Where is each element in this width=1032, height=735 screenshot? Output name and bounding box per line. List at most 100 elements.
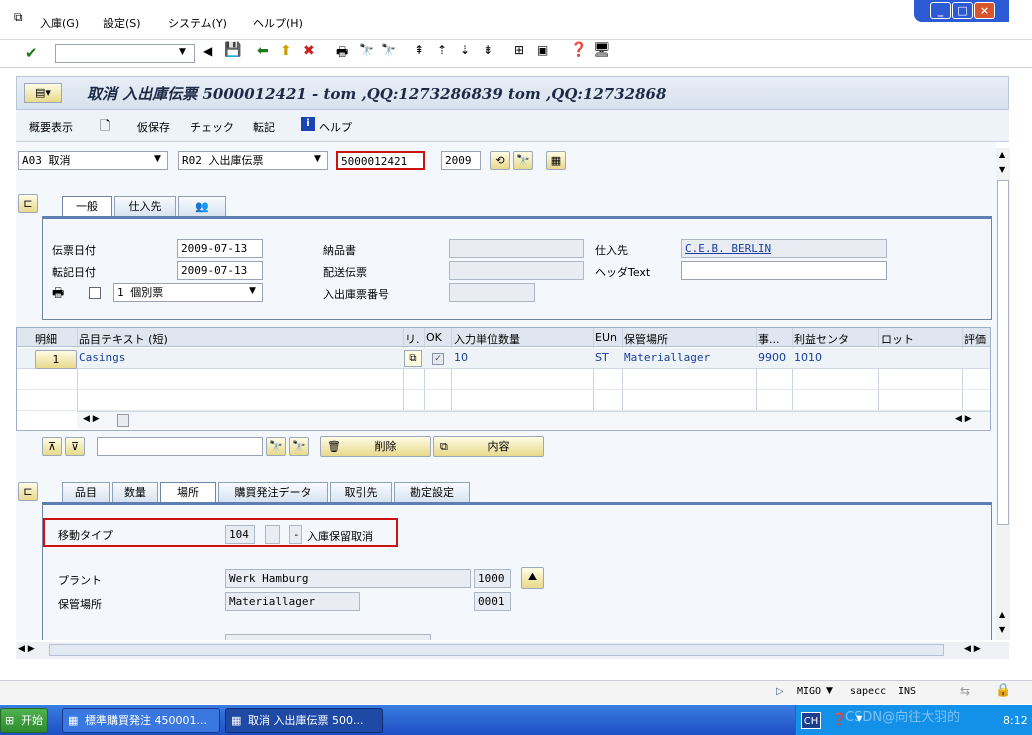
cancel-icon[interactable]: ✖ (303, 43, 315, 59)
col-ok[interactable]: OK (426, 331, 442, 344)
menu-item-help[interactable]: ヘルプ(H) (253, 15, 303, 31)
find-next-icon[interactable]: 🔭 (381, 43, 396, 57)
post-date-field[interactable]: 2009-07-13 (177, 261, 263, 280)
print-icon[interactable]: 🖶 (336, 43, 348, 65)
tab-vendor[interactable]: 仕入先 (114, 196, 176, 216)
table-icon[interactable]: ▦ (546, 151, 566, 170)
print-checkbox[interactable] (89, 287, 101, 299)
scroll-down-icon[interactable]: ▼ (999, 625, 1005, 634)
doc-date-field[interactable]: 2009-07-13 (177, 239, 263, 258)
tab-general[interactable]: 一般 (62, 196, 112, 216)
action-select[interactable]: A03 取消 (18, 151, 168, 170)
new-doc-icon[interactable]: 🗋 (100, 117, 110, 139)
col-unit[interactable]: EUn (595, 331, 617, 344)
status-play-icon[interactable]: ▷ (776, 686, 784, 697)
scroll-down-icon[interactable]: ▼ (999, 165, 1005, 174)
reference-dropdown-icon[interactable]: ▼ (314, 154, 321, 164)
command-field[interactable] (55, 44, 195, 63)
delivery-note-field[interactable] (449, 239, 584, 258)
vertical-scrollbar[interactable]: ▲ ▼ ▲ ▼ (996, 148, 1010, 640)
info-icon[interactable]: i (301, 117, 315, 131)
help-button[interactable]: ヘルプ (319, 119, 352, 135)
reference-select[interactable]: R02 入出庫伝票 (178, 151, 328, 170)
scroll-up-icon[interactable]: ▲ (999, 150, 1005, 159)
col-material-text[interactable]: 品目テキスト (短) (79, 331, 168, 347)
taskbar-item-migo[interactable]: ▦ 取消 入出庫伝票 500... (225, 708, 383, 733)
slip-dropdown-icon[interactable]: ▼ (249, 286, 256, 296)
layout-icon[interactable]: ▣ (537, 43, 548, 57)
col-plant[interactable]: 事... (758, 331, 780, 347)
scroll-right-icon[interactable]: ◀ ▶ (955, 414, 972, 424)
scroll-thumb[interactable] (117, 414, 129, 427)
collapse-detail-icon[interactable]: ⊏ (18, 482, 38, 501)
sloc-cell[interactable]: Materiallager (624, 348, 710, 369)
material-text-cell[interactable]: Casings (79, 348, 125, 369)
settings-icon[interactable]: 🖥 (593, 42, 611, 58)
plant-cell[interactable]: 9900 (758, 348, 786, 369)
create-session-icon[interactable]: ⊞ (514, 43, 524, 57)
table-row[interactable] (17, 348, 990, 369)
col-ref[interactable]: リ. (405, 331, 420, 347)
col-line[interactable]: 明細 (35, 331, 57, 347)
prev-page-icon[interactable]: ⇡ (437, 43, 447, 57)
action-dropdown-icon[interactable]: ▼ (154, 154, 161, 164)
taskbar-item-po[interactable]: ▦ 標準購買発注 450001... (62, 708, 220, 733)
save-icon[interactable]: 💾 (224, 42, 241, 58)
page-h-scrollbar[interactable]: ◀ ▶ ◀ ▶ (16, 642, 1009, 659)
scroll-right-icon[interactable]: ◀ ▶ (964, 644, 981, 654)
hold-button[interactable]: 仮保存 (137, 119, 170, 135)
scroll-thumb[interactable] (49, 644, 944, 656)
start-button[interactable]: ⊞ 开始 (0, 708, 48, 733)
ok-icon[interactable]: ✔ (25, 44, 38, 62)
find-icon[interactable]: 🔭 (359, 43, 374, 57)
next-page-icon[interactable]: ⇣ (460, 43, 470, 57)
post-button[interactable]: 転記 (253, 119, 275, 135)
maximize-button[interactable]: □ (952, 2, 973, 19)
detail-icon[interactable]: ⧉ (404, 350, 422, 367)
menu-item-system[interactable]: システム(Y) (168, 15, 227, 31)
col-qty[interactable]: 入力単位数量 (454, 331, 520, 347)
check-button[interactable]: チェック (190, 119, 234, 135)
exit-icon[interactable]: ⬆ (280, 43, 292, 59)
profit-center-cell[interactable]: 1010 (794, 348, 822, 369)
select-all-icon[interactable]: ⊼ (42, 437, 62, 456)
scroll-left-icon[interactable]: ◀ ▶ (18, 644, 35, 654)
tab-account[interactable]: 勘定設定 (394, 482, 470, 502)
nav-prev-icon[interactable]: ◀ (203, 44, 212, 58)
tab-contact-icon[interactable]: 👥 (178, 196, 226, 216)
col-valuation[interactable]: 評価 (964, 331, 986, 347)
qty-cell[interactable]: 10 (454, 348, 468, 369)
menu-icon[interactable]: ⧉ (14, 10, 23, 25)
scroll-left-icon[interactable]: ◀ ▶ (83, 414, 100, 424)
delete-button[interactable]: 🗑 削除 (320, 436, 431, 457)
line-number-button[interactable]: 1 (35, 350, 77, 369)
status-dropdown-icon[interactable]: ▼ (826, 686, 833, 696)
tab-material[interactable]: 品目 (62, 482, 110, 502)
find-next-icon[interactable]: 🔭 (289, 437, 309, 456)
command-dropdown-icon[interactable]: ▼ (179, 47, 186, 57)
document-number-field[interactable]: 5000012421 (336, 151, 425, 170)
tab-location[interactable]: 場所 (160, 482, 216, 502)
title-menu-icon[interactable]: ▤▾ (24, 83, 62, 103)
tab-po-data[interactable]: 購買発注データ (218, 482, 328, 502)
col-profit-center[interactable]: 利益センタ (794, 331, 849, 347)
menu-item-settings[interactable]: 設定(S) (103, 15, 141, 31)
minimize-button[interactable]: _ (930, 2, 951, 19)
col-batch[interactable]: ロット (881, 331, 914, 347)
header-text-field[interactable] (681, 261, 887, 280)
ok-checkbox[interactable]: ✓ (432, 353, 444, 365)
bill-of-lading-field[interactable] (449, 261, 584, 280)
grid-search-input[interactable] (97, 437, 263, 456)
unit-cell[interactable]: ST (595, 348, 609, 369)
close-button[interactable]: × (974, 2, 995, 19)
menu-item-goods-receipt[interactable]: 入庫(G) (40, 15, 79, 31)
slip-select[interactable]: 1 個別票 (113, 283, 263, 302)
language-indicator[interactable]: CH (801, 712, 821, 729)
gr-slip-field[interactable] (449, 283, 535, 302)
plant-address-icon[interactable]: ⛰ (521, 567, 544, 589)
collapse-header-icon[interactable]: ⊏ (18, 194, 38, 213)
scroll-thumb[interactable] (997, 180, 1009, 525)
scroll-up-icon[interactable]: ▲ (999, 610, 1005, 619)
help-icon[interactable]: ❓ (570, 42, 587, 58)
col-sloc[interactable]: 保管場所 (624, 331, 668, 347)
